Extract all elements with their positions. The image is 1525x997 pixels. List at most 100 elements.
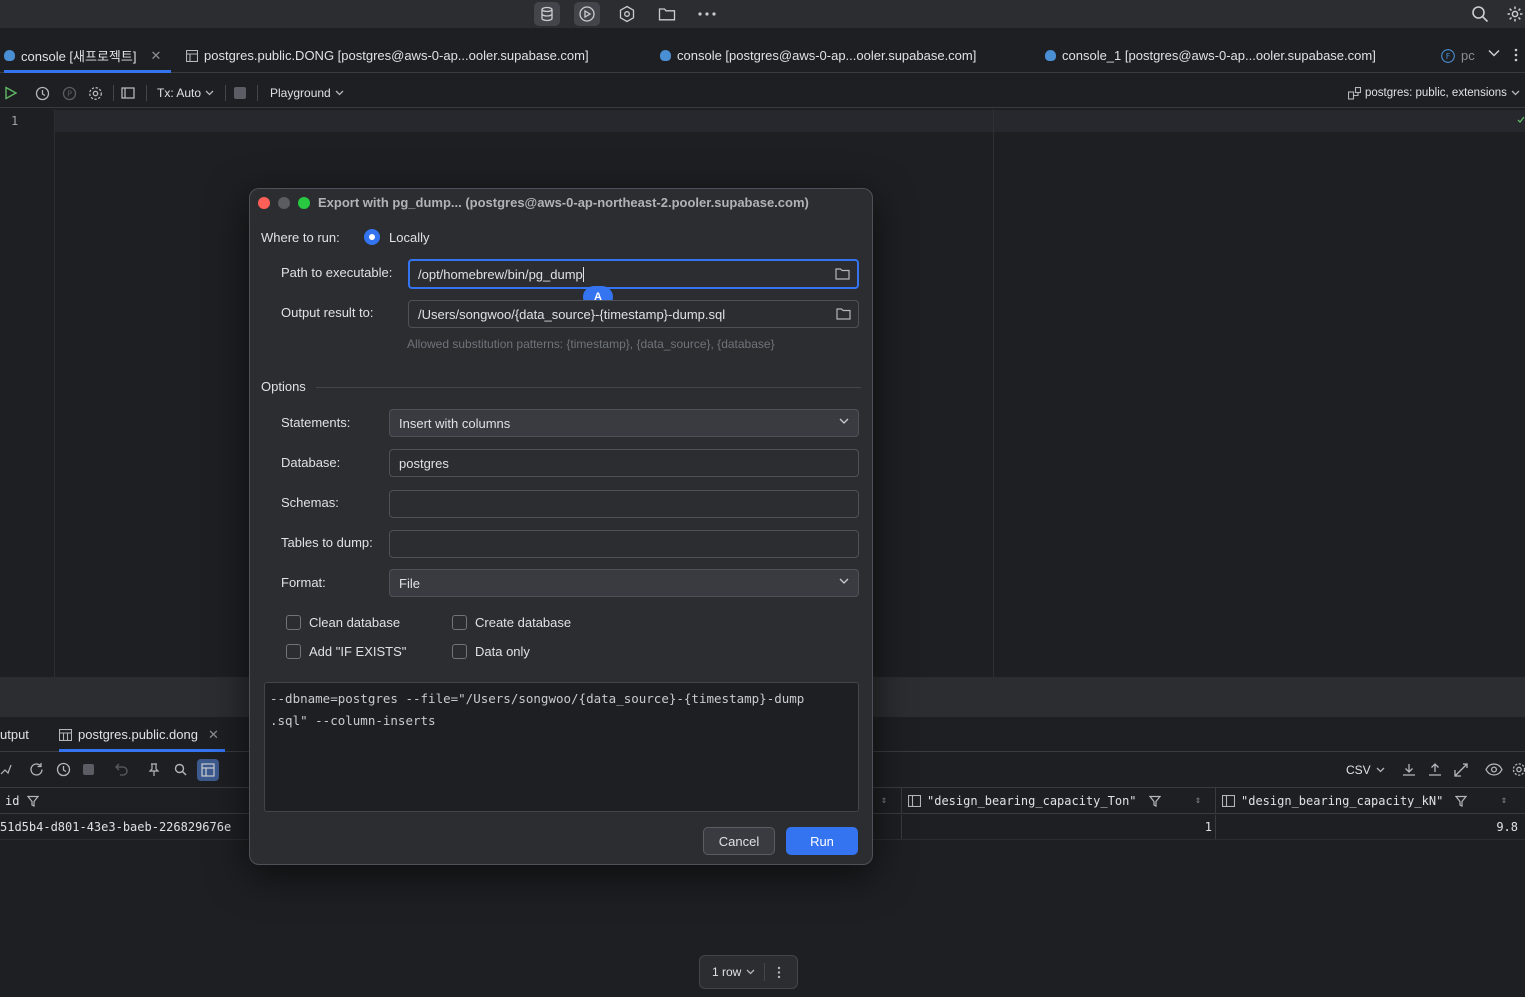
- minimize-window-button[interactable]: [278, 197, 290, 209]
- column-icon: [1222, 794, 1235, 807]
- layout-icon[interactable]: [121, 78, 135, 108]
- tables-to-dump-input[interactable]: [389, 530, 859, 558]
- row-count-selector[interactable]: 1 row: [699, 955, 798, 989]
- cell-ton[interactable]: 1: [902, 815, 1212, 839]
- search-icon[interactable]: [1467, 2, 1493, 26]
- output-result-input[interactable]: /Users/songwoo/{data_source}-{timestamp}…: [408, 300, 859, 328]
- schemas-input[interactable]: [389, 490, 859, 518]
- close-window-button[interactable]: [258, 197, 270, 209]
- pin-icon[interactable]: P: [62, 78, 77, 108]
- revert-icon[interactable]: [115, 763, 129, 776]
- sort-icon[interactable]: ⇕: [1195, 788, 1201, 813]
- tab-dong-table[interactable]: postgres.public.DONG [postgres@aws-0-ap.…: [186, 39, 589, 72]
- more-vertical-icon[interactable]: [1514, 48, 1518, 62]
- tab-output[interactable]: utput: [0, 718, 29, 751]
- filter-icon[interactable]: [27, 795, 40, 807]
- table-icon: [186, 49, 198, 62]
- locally-radio[interactable]: [364, 229, 380, 245]
- cell-kn[interactable]: 9.8: [1216, 815, 1518, 839]
- stop-icon[interactable]: [234, 78, 246, 108]
- column-header-kn[interactable]: "design_bearing_capacity_kN": [1222, 788, 1468, 813]
- upload-icon[interactable]: [1428, 763, 1442, 777]
- options-label: Options: [261, 379, 306, 394]
- zoom-window-button[interactable]: [298, 197, 310, 209]
- add-if-exists-checkbox[interactable]: [286, 644, 301, 659]
- tab-console-project[interactable]: console [새프로젝트] ✕: [4, 39, 171, 73]
- clean-database-checkbox[interactable]: [286, 615, 301, 630]
- path-label: Path to executable:: [281, 265, 393, 280]
- postgres-icon: [4, 50, 15, 61]
- history-icon[interactable]: [35, 78, 50, 108]
- data-only-label[interactable]: Data only: [475, 644, 530, 659]
- compare-icon[interactable]: [1454, 763, 1469, 777]
- folder-icon[interactable]: [836, 307, 851, 320]
- filter-icon[interactable]: [1148, 795, 1161, 807]
- folder-icon[interactable]: [835, 267, 850, 280]
- run-button[interactable]: Run: [786, 827, 858, 855]
- chevron-down-icon: [839, 578, 849, 584]
- csv-label: CSV: [1346, 763, 1371, 777]
- more-icon[interactable]: [694, 2, 720, 26]
- format-select[interactable]: File: [389, 569, 859, 597]
- function-icon: F: [1441, 48, 1455, 63]
- navigate-icon[interactable]: [0, 763, 12, 775]
- schema-label: postgres: public, extensions: [1365, 87, 1507, 99]
- settings-icon[interactable]: [1505, 2, 1525, 26]
- close-icon[interactable]: ✕: [208, 727, 219, 743]
- more-vertical-icon[interactable]: [777, 966, 781, 979]
- folder-icon[interactable]: [654, 2, 680, 26]
- tab-label: postgres.public.dong: [78, 727, 198, 742]
- refresh-icon[interactable]: [29, 762, 44, 777]
- format-value: File: [399, 575, 420, 591]
- cell-id[interactable]: 51d5b4-d801-43e3-baeb-226829676e: [0, 815, 231, 839]
- playground-dropdown[interactable]: Playground: [270, 78, 344, 108]
- stop-icon[interactable]: [83, 764, 94, 775]
- tab-label: console_1 [postgres@aws-0-ap...ooler.sup…: [1062, 48, 1376, 63]
- plugin-icon[interactable]: [614, 2, 640, 26]
- tab-result-dong[interactable]: postgres.public.dong ✕: [59, 718, 225, 752]
- locally-label[interactable]: Locally: [389, 230, 429, 245]
- gear-icon[interactable]: [88, 78, 103, 108]
- chevron-down-icon: [746, 969, 755, 975]
- column-name: "design_bearing_capacity_Ton": [927, 793, 1137, 808]
- tab-pc[interactable]: F pc: [1441, 39, 1475, 72]
- tables-label: Tables to dump:: [281, 535, 373, 550]
- add-if-exists-label[interactable]: Add "IF EXISTS": [309, 644, 406, 659]
- column-header-ton[interactable]: "design_bearing_capacity_Ton": [908, 788, 1161, 813]
- transaction-mode-dropdown[interactable]: Tx: Auto: [157, 78, 214, 108]
- eye-icon[interactable]: [1485, 763, 1503, 776]
- command-preview[interactable]: --dbname=postgres --file="/Users/songwoo…: [264, 682, 859, 812]
- column-header-id[interactable]: id: [5, 788, 40, 813]
- sort-icon[interactable]: ⇕: [1501, 788, 1507, 813]
- pin-icon[interactable]: [148, 763, 160, 777]
- path-to-executable-input[interactable]: /opt/homebrew/bin/pg_dump: [408, 259, 859, 289]
- clean-database-label[interactable]: Clean database: [309, 615, 400, 630]
- statements-select[interactable]: Insert with columns: [389, 409, 859, 437]
- postgres-icon: [660, 50, 671, 61]
- column-name: id: [5, 793, 20, 808]
- sort-icon[interactable]: ⇕: [881, 788, 887, 813]
- chevron-down-icon[interactable]: [1488, 49, 1500, 57]
- create-database-label[interactable]: Create database: [475, 615, 571, 630]
- close-icon[interactable]: ✕: [150, 48, 161, 64]
- filter-icon[interactable]: [1455, 795, 1468, 807]
- filter-panel-icon[interactable]: [197, 759, 219, 781]
- data-only-checkbox[interactable]: [452, 644, 467, 659]
- database-icon[interactable]: [534, 2, 560, 26]
- execute-icon[interactable]: [4, 78, 18, 108]
- download-icon[interactable]: [1402, 763, 1416, 777]
- export-format-dropdown[interactable]: CSV: [1346, 763, 1385, 777]
- create-database-checkbox[interactable]: [452, 615, 467, 630]
- chevron-down-icon: [839, 418, 849, 424]
- cancel-button[interactable]: Cancel: [703, 827, 775, 855]
- schema-selector[interactable]: postgres: public, extensions: [1348, 78, 1520, 108]
- command-line-2: .sql" --column-inserts: [270, 713, 436, 728]
- svg-text:F: F: [1446, 52, 1451, 61]
- search-icon[interactable]: [174, 763, 187, 776]
- run-services-icon[interactable]: [574, 2, 600, 26]
- settings-icon[interactable]: [1512, 762, 1525, 777]
- database-input[interactable]: postgres: [389, 449, 859, 477]
- tab-console-2[interactable]: console [postgres@aws-0-ap...ooler.supab…: [660, 39, 976, 72]
- history-icon[interactable]: [56, 762, 71, 777]
- tab-console-1[interactable]: console_1 [postgres@aws-0-ap...ooler.sup…: [1045, 39, 1376, 72]
